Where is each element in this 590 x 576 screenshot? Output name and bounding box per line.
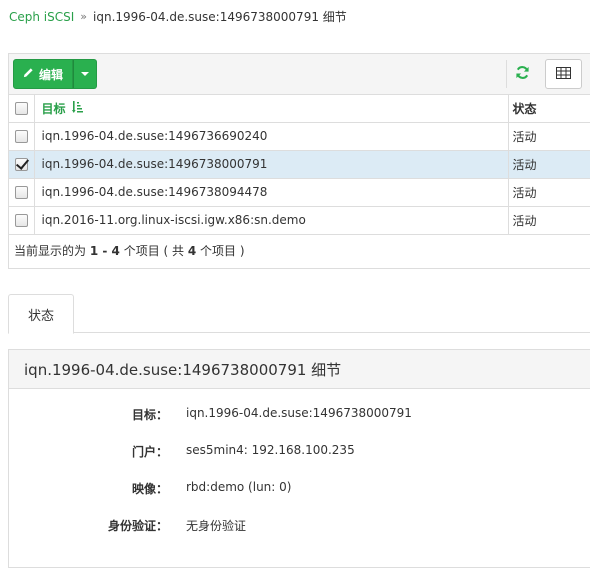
status-cell: 活动 bbox=[508, 150, 590, 179]
breadcrumb-link-ceph-iscsi[interactable]: Ceph iSCSI bbox=[9, 10, 74, 24]
target-cell: iqn.1996-04.de.suse:1496736690240 bbox=[34, 122, 509, 151]
detail-label: 门户： bbox=[131, 445, 168, 459]
row-checkbox-cell bbox=[9, 178, 35, 207]
caret-down-icon bbox=[81, 72, 89, 76]
detail-label: 目标： bbox=[131, 408, 168, 422]
footer-prefix: 当前显示的为 bbox=[14, 243, 90, 258]
detail-row-image: 映像： rbd:demo (lun: 0) bbox=[9, 480, 291, 497]
column-toggle-button[interactable] bbox=[545, 59, 582, 89]
detail-panel: iqn.1996-04.de.suse:1496738000791 细节 目标：… bbox=[8, 349, 590, 568]
targets-table: 目标 状态 iqn.1996-04.de.suse:1496736690240 … bbox=[9, 95, 590, 235]
detail-row-target: 目标： iqn.1996-04.de.suse:1496738000791 bbox=[9, 406, 412, 423]
detail-value: ses5min4: 192.168.100.235 bbox=[186, 443, 355, 457]
edit-dropdown-toggle[interactable] bbox=[73, 59, 97, 89]
footer-suffix: 个项目 ) bbox=[196, 243, 245, 258]
detail-value: iqn.1996-04.de.suse:1496738000791 bbox=[186, 406, 412, 420]
detail-value: 无身份验证 bbox=[186, 519, 247, 533]
footer-middle: 个项目 ( 共 bbox=[119, 243, 188, 258]
detail-row-auth: 身份验证： 无身份验证 bbox=[9, 517, 246, 534]
column-header-target-label: 目标 bbox=[41, 101, 66, 116]
table-row[interactable]: iqn.1996-04.de.suse:1496738000791 活动 bbox=[9, 150, 590, 179]
table-row[interactable]: iqn.1996-04.de.suse:1496736690240 活动 bbox=[9, 122, 590, 151]
table-footer-summary: 当前显示的为 1 - 4 个项目 ( 共 4 个项目 ) bbox=[9, 235, 590, 266]
row-checkbox-cell bbox=[9, 206, 35, 235]
table-header-row: 目标 状态 bbox=[9, 95, 590, 123]
table-row[interactable]: iqn.2016-11.org.linux-iscsi.igw.x86:sn.d… bbox=[9, 206, 590, 235]
detail-title: iqn.1996-04.de.suse:1496738000791 细节 bbox=[9, 350, 590, 389]
toolbar-divider bbox=[506, 60, 507, 88]
refresh-button[interactable] bbox=[511, 63, 533, 85]
table-columns-icon bbox=[556, 66, 571, 82]
refresh-icon bbox=[515, 65, 530, 83]
table-toolbar: 编辑 bbox=[9, 54, 590, 95]
target-cell: iqn.2016-11.org.linux-iscsi.igw.x86:sn.d… bbox=[34, 206, 509, 235]
status-cell: 活动 bbox=[508, 122, 590, 151]
tab-status[interactable]: 状态 bbox=[8, 294, 74, 334]
row-checkbox[interactable] bbox=[14, 158, 28, 171]
edit-button-label: 编辑 bbox=[38, 67, 63, 82]
breadcrumb-current: iqn.1996-04.de.suse:1496738000791 细节 bbox=[93, 10, 347, 24]
detail-tabs: 状态 bbox=[8, 294, 590, 334]
detail-row-portal: 门户： ses5min4: 192.168.100.235 bbox=[9, 443, 355, 460]
select-all-cell bbox=[9, 95, 35, 123]
target-cell: iqn.1996-04.de.suse:1496738000791 bbox=[34, 150, 509, 179]
row-checkbox[interactable] bbox=[14, 130, 28, 143]
select-all-checkbox[interactable] bbox=[14, 102, 28, 116]
column-header-target[interactable]: 目标 bbox=[34, 95, 509, 123]
footer-range: 1 - 4 bbox=[89, 243, 120, 258]
targets-panel: 编辑 目标 状态 iqn.1996-04.de.suse:14967366902… bbox=[8, 53, 590, 269]
row-checkbox-cell bbox=[9, 122, 35, 151]
pencil-icon bbox=[23, 67, 34, 81]
row-checkbox-cell bbox=[9, 150, 35, 179]
sort-ascending-icon bbox=[71, 100, 83, 116]
edit-button-group: 编辑 bbox=[13, 59, 97, 89]
detail-label: 身份验证： bbox=[107, 519, 168, 533]
column-header-status[interactable]: 状态 bbox=[508, 95, 590, 123]
detail-value: rbd:demo (lun: 0) bbox=[186, 480, 292, 494]
detail-label: 映像： bbox=[131, 482, 168, 496]
row-checkbox[interactable] bbox=[14, 186, 28, 199]
status-cell: 活动 bbox=[508, 206, 590, 235]
breadcrumb-separator: » bbox=[80, 10, 88, 23]
table-row[interactable]: iqn.1996-04.de.suse:1496738094478 活动 bbox=[9, 178, 590, 207]
footer-total: 4 bbox=[187, 243, 197, 258]
row-checkbox[interactable] bbox=[14, 214, 28, 227]
target-cell: iqn.1996-04.de.suse:1496738094478 bbox=[34, 178, 509, 207]
status-cell: 活动 bbox=[508, 178, 590, 207]
edit-button[interactable]: 编辑 bbox=[13, 59, 73, 89]
breadcrumb: Ceph iSCSI » iqn.1996-04.de.suse:1496738… bbox=[9, 8, 347, 25]
